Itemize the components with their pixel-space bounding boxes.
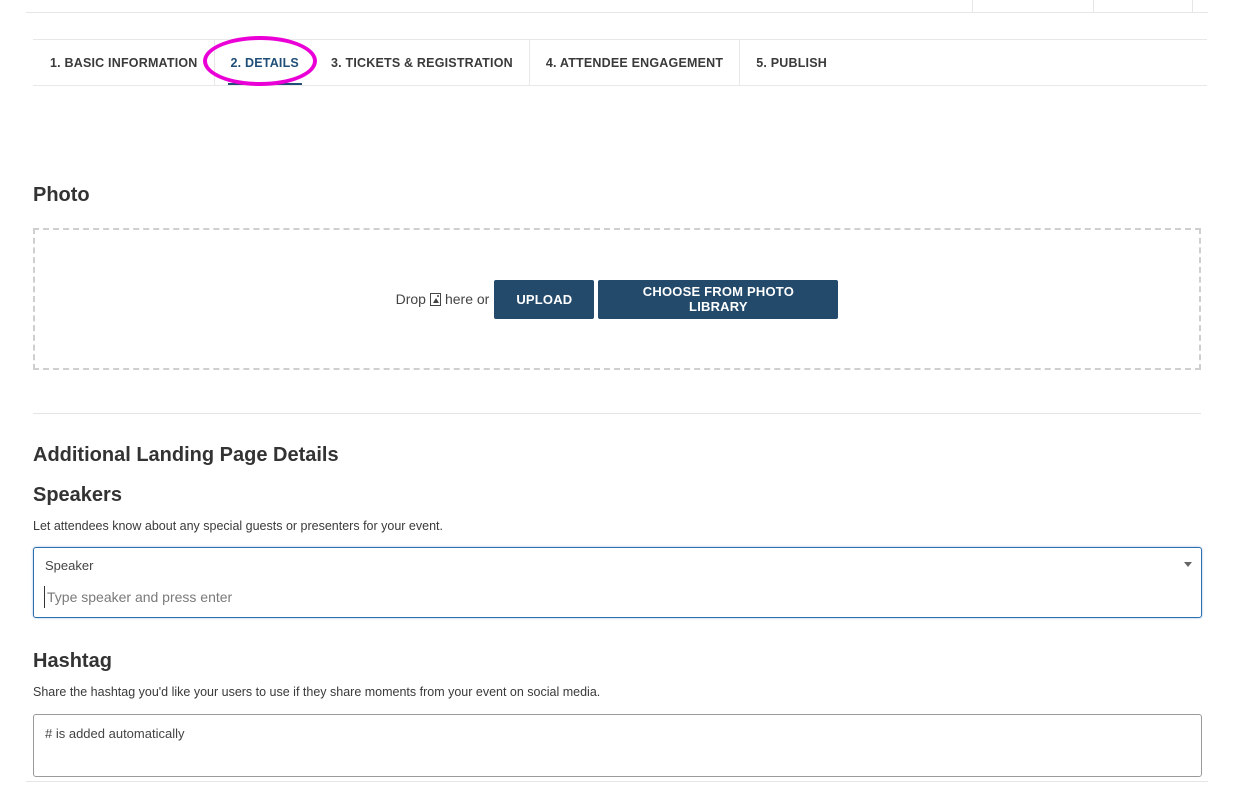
hashtag-description: Share the hashtag you'd like your users … [33, 685, 601, 699]
additional-details-heading: Additional Landing Page Details [33, 444, 339, 466]
chevron-down-icon[interactable] [1184, 562, 1192, 567]
tab-details[interactable]: 2. DETAILS [215, 40, 315, 85]
choose-photo-library-button[interactable]: CHOOSE FROM PHOTO LIBRARY [598, 279, 839, 319]
drop-instructions: Drop here or [396, 291, 490, 307]
top-divider-tick [972, 0, 973, 12]
hashtag-heading: Hashtag [33, 650, 112, 672]
speaker-field-label: Speaker [45, 558, 94, 573]
bottom-divider [26, 781, 1208, 782]
speakers-heading: Speakers [33, 484, 122, 506]
tab-tickets-registration[interactable]: 3. TICKETS & REGISTRATION [315, 40, 530, 85]
photo-heading: Photo [33, 184, 90, 206]
tab-label: 1. BASIC INFORMATION [50, 55, 198, 70]
speaker-field[interactable]: Speaker [33, 547, 1202, 618]
tab-basic-information[interactable]: 1. BASIC INFORMATION [33, 40, 215, 85]
drop-suffix: here or [444, 291, 490, 307]
speaker-input[interactable] [44, 586, 1147, 608]
top-divider-tick [1192, 0, 1193, 12]
drop-prefix: Drop [395, 291, 426, 307]
section-divider [33, 413, 1201, 414]
hashtag-input[interactable] [45, 723, 1175, 743]
wizard-tabs: 1. BASIC INFORMATION 2. DETAILS 3. TICKE… [33, 39, 1207, 86]
top-divider-tick [1093, 0, 1094, 12]
tab-label: 4. ATTENDEE ENGAGEMENT [545, 55, 724, 70]
photo-dropzone[interactable]: Drop here or UPLOAD CHOOSE FROM PHOTO LI… [33, 228, 1201, 370]
tab-publish[interactable]: 5. PUBLISH [740, 40, 843, 85]
tab-label: 3. TICKETS & REGISTRATION [330, 55, 513, 70]
tab-label: 5. PUBLISH [756, 55, 827, 70]
hashtag-field[interactable] [33, 714, 1202, 777]
image-icon [429, 292, 441, 306]
tab-attendee-engagement[interactable]: 4. ATTENDEE ENGAGEMENT [530, 40, 741, 85]
upload-button[interactable]: UPLOAD [494, 279, 595, 319]
top-divider [26, 12, 1208, 13]
tab-label: 2. DETAILS [230, 55, 299, 70]
speakers-description: Let attendees know about any special gue… [33, 519, 443, 533]
